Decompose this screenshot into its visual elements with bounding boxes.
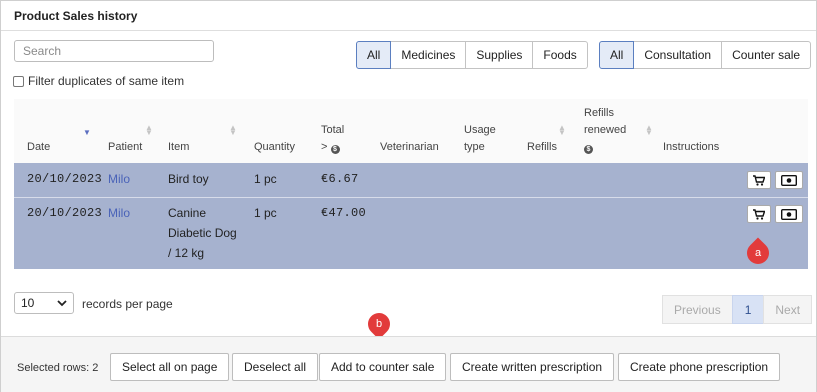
header-usage-type-line2: type: [464, 141, 485, 153]
info-icon: $: [584, 145, 593, 154]
annotation-label-b: b: [375, 318, 383, 330]
category-medicines-button[interactable]: Medicines: [390, 41, 467, 69]
add-to-cart-button[interactable]: [747, 205, 771, 223]
records-per-page-label: records per page: [82, 297, 173, 311]
product-sales-history-panel: Product Sales history Filter duplicates …: [0, 0, 817, 392]
deselect-all-button[interactable]: Deselect all: [232, 353, 319, 381]
checkbox-box[interactable]: [13, 75, 24, 87]
counter-sale-button[interactable]: [775, 171, 803, 189]
records-per-page-value: 10: [21, 296, 35, 310]
previous-page-button[interactable]: Previous: [662, 295, 733, 324]
counter-sale-button[interactable]: [775, 205, 803, 223]
cart-icon: [753, 174, 765, 186]
search-input[interactable]: [14, 40, 214, 62]
add-to-cart-button[interactable]: [747, 171, 771, 189]
category-all-button[interactable]: All: [356, 41, 392, 69]
chevron-down-icon: [57, 299, 67, 306]
money-icon: [781, 174, 797, 186]
panel-title: Product Sales history: [14, 9, 138, 23]
money-icon: [781, 208, 797, 220]
header-refills-renewed-info: $: [584, 139, 593, 156]
create-phone-prescription-button[interactable]: Create phone prescription: [618, 353, 781, 381]
filter-duplicates-label: Filter duplicates of same item: [28, 74, 185, 88]
info-icon: $: [330, 145, 340, 154]
category-filter-group: All Medicines Supplies Foods: [356, 41, 588, 69]
cell-item-line2: Diabetic Dog: [168, 226, 237, 240]
header-instructions: Instructions: [663, 141, 720, 153]
select-all-on-page-button[interactable]: Select all on page: [110, 353, 230, 381]
pagination: Previous 1 Next: [662, 295, 813, 324]
sale-type-consultation-button[interactable]: Consultation: [633, 41, 723, 69]
title-divider: [1, 30, 816, 31]
cell-quantity: 1 pc: [254, 206, 277, 220]
cell-date: 20/10/2023: [27, 206, 103, 220]
header-item[interactable]: Item: [168, 139, 189, 156]
cell-patient-link[interactable]: Milo: [108, 169, 130, 189]
cart-icon: [753, 208, 765, 220]
category-supplies-button[interactable]: Supplies: [465, 41, 534, 69]
sale-type-counter-sale-button[interactable]: Counter sale: [721, 41, 812, 69]
cell-total: €6.67: [321, 172, 359, 186]
add-to-counter-sale-button[interactable]: Add to counter sale: [319, 353, 447, 381]
sale-type-all-button[interactable]: All: [599, 41, 635, 69]
table-header: Date ▼ Patient ▲ ▼ Item ▲ ▼ Quantity Total…: [14, 99, 808, 163]
cell-quantity: 1 pc: [254, 172, 277, 186]
cell-total: €47.00: [321, 206, 367, 220]
header-total-caret: >: [321, 141, 328, 153]
table-row[interactable]: 20/10/2023 Milo Bird toy 1 pc €6.67: [14, 163, 808, 197]
sort-icon[interactable]: ▲ ▼: [229, 124, 237, 137]
header-refills: Refills: [527, 141, 557, 153]
annotation-marker-a: a: [742, 237, 774, 269]
category-foods-button[interactable]: Foods: [532, 41, 588, 69]
cell-patient-link[interactable]: Milo: [108, 203, 130, 223]
header-patient[interactable]: Patient: [108, 139, 142, 156]
header-usage-type[interactable]: Usage: [464, 122, 496, 139]
header-refills-renewed-line2: renewed: [584, 124, 627, 136]
table-row[interactable]: 20/10/2023 Milo Canine Diabetic Dog / 12…: [14, 197, 808, 269]
next-page-button[interactable]: Next: [763, 295, 813, 324]
cell-item-line3: / 12 kg: [168, 246, 205, 260]
sort-icon[interactable]: ▲ ▼: [645, 124, 653, 137]
header-total-sub: > $: [321, 139, 340, 156]
sales-table: Date ▼ Patient ▲ ▼ Item ▲ ▼ Quantity Total…: [14, 99, 808, 269]
selected-rows-label: Selected rows: 2: [17, 362, 99, 374]
header-refills-renewed[interactable]: Refills: [584, 105, 614, 122]
annotation-label-a: a: [754, 247, 762, 259]
cell-item: Canine: [168, 206, 207, 220]
cell-date: 20/10/2023: [27, 172, 103, 186]
header-date[interactable]: Date: [27, 139, 50, 156]
page-1-button[interactable]: 1: [731, 295, 765, 324]
filter-duplicates-checkbox[interactable]: Filter duplicates of same item: [13, 74, 184, 88]
header-quantity: Quantity: [254, 141, 295, 153]
sort-icon[interactable]: ▲ ▼: [145, 124, 153, 137]
sort-icon[interactable]: ▲ ▼: [558, 124, 566, 137]
sale-type-filter-group: All Consultation Counter sale: [599, 41, 812, 69]
sort-desc-icon[interactable]: ▼: [83, 129, 91, 137]
bulk-actions-bar: Selected rows: 2 Select all on page Dese…: [1, 336, 816, 392]
header-veterinarian: Veterinarian: [380, 141, 439, 153]
records-per-page-select[interactable]: 10: [14, 292, 74, 314]
create-written-prescription-button[interactable]: Create written prescription: [450, 353, 615, 381]
cell-item: Bird toy: [168, 172, 209, 186]
header-total[interactable]: Total: [321, 122, 344, 139]
